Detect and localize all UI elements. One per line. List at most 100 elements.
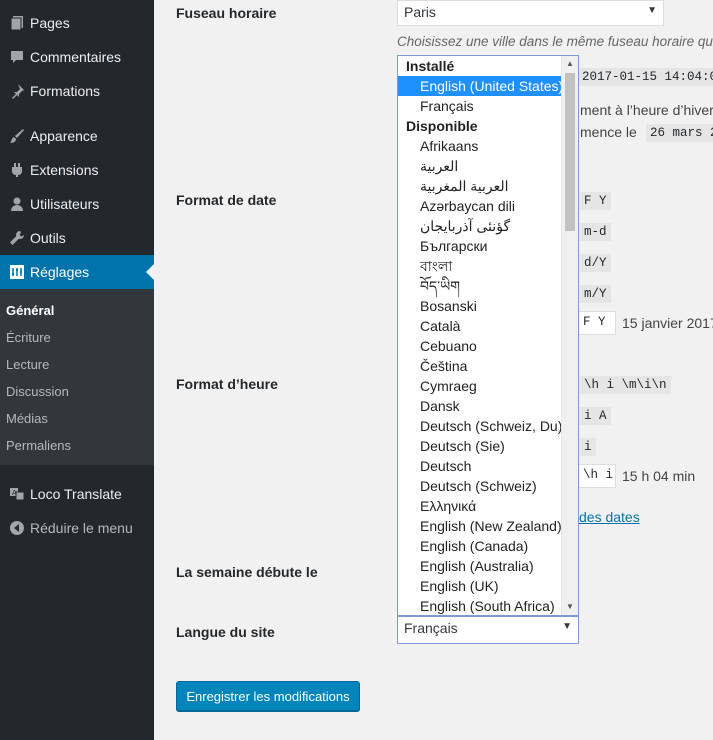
language-option[interactable]: Cebuano: [398, 336, 578, 356]
svg-text:A: A: [12, 489, 17, 497]
sidebar-item-label: Commentaires: [30, 49, 122, 65]
scrollbar-thumb[interactable]: [565, 73, 575, 231]
date-format-code: m/Y: [580, 285, 611, 303]
sidebar-item-label: Réglages: [30, 264, 90, 280]
dropdown-scrollbar[interactable]: ▲ ▼: [561, 56, 578, 615]
language-option[interactable]: Català: [398, 316, 578, 336]
custom-date-format-input[interactable]: F Y: [578, 311, 616, 335]
sidebar-item-settings[interactable]: Réglages: [0, 255, 154, 289]
submenu-item-general[interactable]: Général: [6, 303, 54, 318]
date-format-code: F Y: [580, 192, 611, 210]
sidebar-item-label: Outils: [30, 230, 66, 246]
translate-icon: A: [0, 486, 30, 502]
comments-icon: [0, 49, 30, 65]
pin-icon: [0, 83, 30, 99]
sidebar-item-label: Utilisateurs: [30, 196, 100, 212]
timezone-description: Choisissez une ville dans le même fuseau…: [397, 34, 713, 49]
language-option[interactable]: Deutsch (Schweiz): [398, 476, 578, 496]
language-option[interactable]: Български: [398, 236, 578, 256]
language-dropdown-list[interactable]: Installé English (United States) Français D…: [397, 55, 579, 616]
date-format-code: d/Y: [580, 254, 611, 272]
sidebar-item-users[interactable]: Utilisateurs: [0, 187, 154, 221]
wrench-icon: [0, 230, 30, 246]
sidebar-item-appearance[interactable]: Apparence: [0, 119, 154, 153]
settings-submenu: Général Écriture Lecture Discussion Médi…: [0, 289, 154, 465]
option-group-label: Installé: [406, 58, 455, 74]
submenu-item-writing[interactable]: Écriture: [6, 330, 51, 345]
language-option[interactable]: English (New Zealand): [398, 516, 578, 536]
language-option[interactable]: English (United States): [398, 76, 563, 96]
collapse-menu-button[interactable]: Réduire le menu: [0, 511, 154, 545]
chevron-down-icon: ▼: [647, 5, 657, 16]
option-group-label: Disponible: [406, 118, 478, 134]
timezone-select[interactable]: Paris ▼: [397, 0, 664, 26]
winter-time-note: ment à l’heure d’hiver.: [580, 102, 713, 118]
date-docs-link[interactable]: des dates: [579, 509, 640, 525]
language-option[interactable]: Čeština: [398, 356, 578, 376]
save-changes-button[interactable]: Enregistrer les modifications: [176, 681, 360, 711]
language-option[interactable]: English (Australia): [398, 556, 578, 576]
language-option[interactable]: Dansk: [398, 396, 578, 416]
language-option[interactable]: Cymraeg: [398, 376, 578, 396]
collapse-icon: [0, 520, 30, 536]
language-option[interactable]: Azərbaycan dili: [398, 196, 578, 216]
week-start-label: La semaine débute le: [176, 564, 318, 580]
submenu-item-discussion[interactable]: Discussion: [6, 384, 69, 399]
user-icon: [0, 196, 30, 212]
language-option[interactable]: Afrikaans: [398, 136, 578, 156]
sidebar-item-formations[interactable]: Formations: [0, 74, 154, 108]
sidebar-item-extensions[interactable]: Extensions: [0, 153, 154, 187]
sidebar-item-tools[interactable]: Outils: [0, 221, 154, 255]
submenu-item-permalinks[interactable]: Permaliens: [6, 438, 71, 453]
language-option[interactable]: گؤنئی آذربایجان: [398, 216, 578, 236]
language-option[interactable]: བོད་ཡིག: [398, 276, 578, 296]
time-format-code: \h i \m\i\n: [580, 376, 671, 394]
sidebar-item-label: Extensions: [30, 162, 99, 178]
collapse-label: Réduire le menu: [30, 520, 133, 536]
time-format-preview: 15 h 04 min: [622, 468, 696, 484]
language-options: Installé English (United States) Français D…: [398, 56, 578, 615]
language-option[interactable]: العربية: [398, 156, 578, 176]
sidebar-item-label: Pages: [30, 15, 70, 31]
time-format-label: Format d’heure: [176, 376, 278, 392]
language-option[interactable]: Ελληνικά: [398, 496, 578, 516]
dst-start-text: mence le: [580, 124, 637, 140]
utc-time-display: 2017-01-15 14:04:02: [578, 68, 713, 86]
sidebar-item-comments[interactable]: Commentaires: [0, 40, 154, 74]
sidebar-item-pages[interactable]: Pages: [0, 6, 154, 40]
chevron-down-icon: ▼: [562, 621, 572, 632]
site-language-label: Langue du site: [176, 624, 275, 640]
dst-start-date: 26 mars 2: [646, 124, 713, 142]
scroll-up-icon[interactable]: ▲: [562, 56, 578, 72]
language-option[interactable]: English (UK): [398, 576, 578, 596]
timezone-label: Fuseau horaire: [176, 5, 277, 21]
custom-time-format-input[interactable]: \h i \: [578, 464, 616, 488]
admin-sidebar: Pages Commentaires Formations Apparence …: [0, 0, 154, 740]
language-option[interactable]: Deutsch: [398, 456, 578, 476]
language-option[interactable]: Bosanski: [398, 296, 578, 316]
language-option[interactable]: English (South Africa): [398, 596, 578, 615]
submenu-item-media[interactable]: Médias: [6, 411, 48, 426]
sidebar-item-label: Formations: [30, 83, 101, 99]
settings-icon: [0, 264, 30, 280]
language-option[interactable]: العربية المغربية: [398, 176, 578, 196]
language-option[interactable]: Français: [398, 96, 578, 116]
date-format-preview: 15 janvier 2017: [622, 315, 713, 331]
language-option[interactable]: Deutsch (Schweiz, Du): [398, 416, 578, 436]
site-language-select[interactable]: Français ▼: [397, 616, 579, 644]
pages-icon: [0, 15, 30, 31]
timezone-value: Paris: [404, 4, 436, 20]
submenu-item-reading[interactable]: Lecture: [6, 357, 49, 372]
brush-icon: [0, 128, 30, 144]
plugin-icon: [0, 162, 30, 178]
sidebar-item-loco-translate[interactable]: A Loco Translate: [0, 477, 154, 511]
language-option[interactable]: English (Canada): [398, 536, 578, 556]
scroll-down-icon[interactable]: ▼: [562, 599, 578, 615]
time-format-code: i A: [580, 407, 611, 425]
date-format-code: m-d: [580, 223, 611, 241]
sidebar-item-label: Loco Translate: [30, 486, 122, 502]
date-format-label: Format de date: [176, 192, 277, 208]
site-language-value: Français: [404, 620, 458, 636]
language-option[interactable]: বাংলা: [398, 256, 578, 276]
language-option[interactable]: Deutsch (Sie): [398, 436, 578, 456]
